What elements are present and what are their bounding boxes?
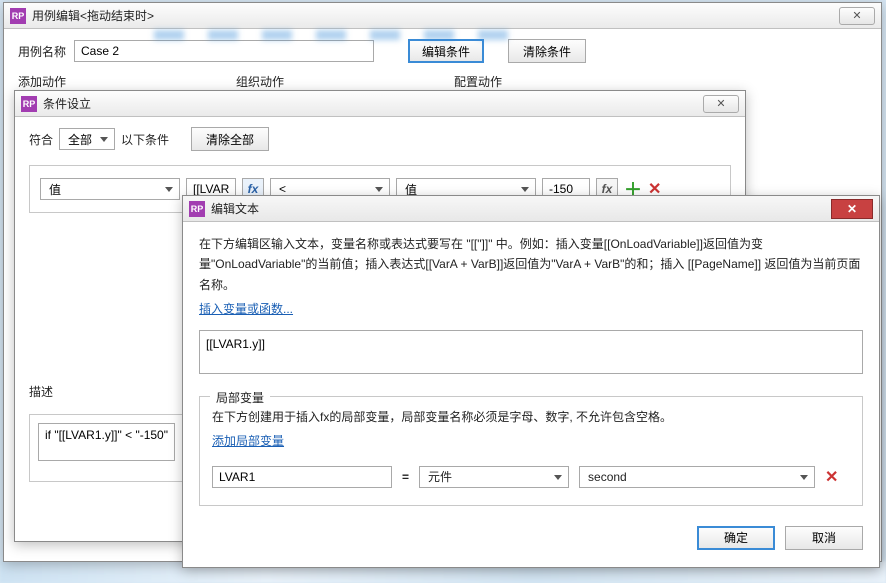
case-name-input[interactable] [74,40,374,62]
expression-textarea[interactable] [199,330,863,374]
case-name-label: 用例名称 [18,43,66,60]
condition-titlebar: RP 条件设立 ✕ [15,91,745,117]
close-icon: ✕ [852,9,861,22]
close-icon: ✕ [716,97,725,110]
chevron-down-icon [521,187,529,192]
edit-text-window: RP 编辑文本 ✕ 在下方编辑区输入文本，变量名称或表达式要写在 "[["]]"… [182,195,880,568]
section-add-actions: 添加动作 [18,73,66,90]
equals-label: = [402,467,409,487]
local-var-scope-dropdown[interactable]: 元件 [419,466,569,488]
chevron-down-icon [554,475,562,480]
local-vars-intro: 在下方创建用于插入fx的局部变量，局部变量名称必须是字母、数字, 不允许包含空格… [212,407,850,427]
chevron-down-icon [100,137,108,142]
cancel-button[interactable]: 取消 [785,526,863,550]
description-text: if "[[LVAR1.y]]" < "-150" [38,423,175,461]
local-vars-legend: 局部变量 [210,388,270,408]
condition-close-button[interactable]: ✕ [703,95,739,113]
edit-text-close-button[interactable]: ✕ [831,199,873,219]
close-icon: ✕ [847,202,857,216]
match-label: 符合 [29,131,53,148]
match-mode-dropdown[interactable]: 全部 [59,128,115,150]
chevron-down-icon [165,187,173,192]
clear-all-button[interactable]: 清除全部 [191,127,269,151]
description-box: if "[[LVAR1.y]]" < "-150" [29,414,184,482]
case-editor-title: 用例编辑<拖动结束时> [32,7,154,24]
add-local-var-link[interactable]: 添加局部变量 [212,431,284,451]
edit-text-titlebar: RP 编辑文本 ✕ [183,196,879,222]
of-conditions-label: 以下条件 [121,131,169,148]
app-icon: RP [10,8,26,24]
clear-condition-button[interactable]: 清除条件 [508,39,586,63]
left-type-dropdown[interactable]: 值 [40,178,180,200]
app-icon: RP [189,201,205,217]
chevron-down-icon [800,475,808,480]
case-editor-titlebar: RP 用例编辑<拖动结束时> ✕ [4,3,881,29]
ok-button[interactable]: 确定 [697,526,775,550]
insert-var-link[interactable]: 插入变量或函数... [199,299,293,319]
local-var-target-dropdown[interactable]: second [579,466,815,488]
local-vars-fieldset: 局部变量 在下方创建用于插入fx的局部变量，局部变量名称必须是字母、数字, 不允… [199,396,863,506]
delete-local-var-button[interactable]: ✕ [825,464,838,491]
case-editor-close-button[interactable]: ✕ [839,7,875,25]
section-organize-actions: 组织动作 [236,73,284,90]
chevron-down-icon [375,187,383,192]
local-var-name-input[interactable] [212,466,392,488]
edit-text-title: 编辑文本 [211,200,259,217]
edit-text-intro: 在下方编辑区输入文本，变量名称或表达式要写在 "[["]]" 中。例如：插入变量… [199,234,863,295]
condition-title: 条件设立 [43,95,91,112]
section-configure-actions: 配置动作 [454,73,502,90]
local-var-row: = 元件 second ✕ [212,464,850,491]
app-icon: RP [21,96,37,112]
edit-condition-button[interactable]: 编辑条件 [408,39,484,63]
